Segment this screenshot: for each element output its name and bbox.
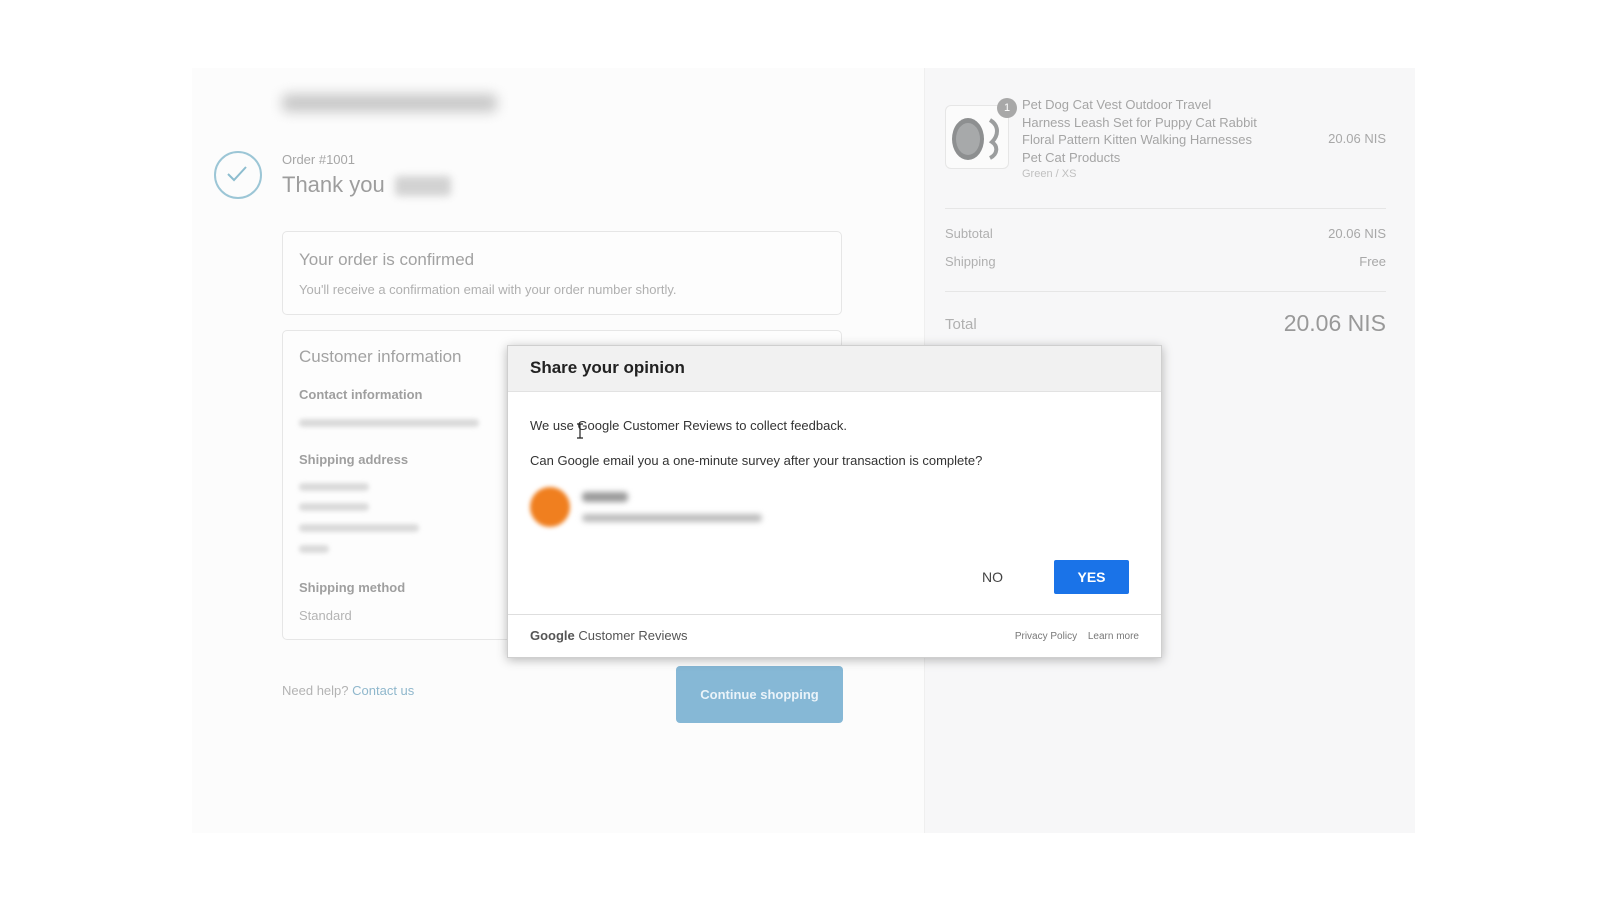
subtotal-value: 20.06 NIS: [1328, 226, 1386, 241]
account-email-blurred: [582, 514, 762, 522]
customer-name-blurred: [394, 176, 451, 197]
shipping-method-value: Standard: [299, 608, 352, 623]
total-label: Total: [945, 316, 977, 333]
shipping-label: Shipping: [945, 254, 996, 269]
product-name: Pet Dog Cat Vest Outdoor Travel Harness …: [1022, 97, 1257, 165]
continue-shopping-button[interactable]: Continue shopping: [676, 666, 843, 723]
contact-us-link[interactable]: Contact us: [352, 683, 414, 698]
share-opinion-dialog: Share your opinion We use Google Custome…: [507, 345, 1162, 658]
order-number: Order #1001: [282, 152, 355, 167]
dialog-title: Share your opinion: [530, 358, 685, 377]
thank-you-text: Thank you: [282, 172, 385, 197]
confirm-title: Your order is confirmed: [299, 250, 475, 269]
checkmark-icon: [214, 151, 262, 199]
dialog-header: Share your opinion: [508, 346, 1161, 392]
quantity-badge: 1: [997, 98, 1017, 118]
text-cursor-icon: [576, 423, 584, 444]
thank-you-heading: Thank you: [282, 172, 451, 198]
address-line-blurred: [299, 483, 369, 491]
address-line-blurred: [299, 545, 329, 553]
shipping-address-label: Shipping address: [299, 452, 409, 467]
account-avatar: [530, 487, 570, 527]
customer-info-title: Customer information: [299, 347, 462, 366]
total-value: 20.06 NIS: [1283, 310, 1386, 336]
learn-more-link[interactable]: Learn more: [1088, 631, 1139, 642]
yes-button[interactable]: YES: [1054, 560, 1129, 594]
order-confirmed-box: Your order is confirmed You'll receive a…: [282, 231, 842, 315]
address-line-blurred: [299, 503, 369, 511]
subtotal-label: Subtotal: [945, 226, 993, 241]
product-price: 20.06 NIS: [1328, 131, 1386, 146]
confirm-text: You'll receive a confirmation email with…: [299, 282, 677, 297]
contact-email-blurred: [299, 419, 479, 427]
dialog-question-text: Can Google email you a one-minute survey…: [530, 453, 983, 468]
no-button[interactable]: NO: [970, 560, 1015, 594]
brand-customer-reviews: Customer Reviews: [578, 628, 688, 643]
privacy-policy-link[interactable]: Privacy Policy: [1015, 631, 1077, 642]
shipping-value: Free: [1359, 254, 1386, 269]
summary-divider: [945, 291, 1386, 292]
footer-links: Privacy Policy Learn more: [1007, 631, 1139, 642]
summary-divider: [945, 208, 1386, 209]
account-name-blurred: [582, 492, 628, 502]
brand-google: Google: [530, 628, 575, 643]
contact-info-label: Contact information: [299, 387, 423, 402]
google-customer-reviews-brand: Google Customer Reviews: [530, 628, 688, 643]
help-text: Need help? Contact us: [282, 683, 414, 698]
shop-title-blurred: [282, 88, 502, 125]
product-variant: Green / XS: [1022, 168, 1077, 180]
help-label: Need help?: [282, 683, 349, 698]
dialog-footer: Google Customer Reviews Privacy Policy L…: [508, 614, 1161, 657]
address-line-blurred: [299, 524, 419, 532]
shipping-method-label: Shipping method: [299, 580, 406, 595]
